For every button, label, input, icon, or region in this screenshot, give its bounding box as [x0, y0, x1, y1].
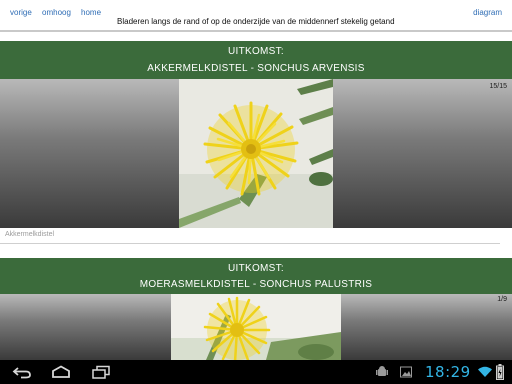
caption-divider [0, 243, 500, 244]
nav-prev-link[interactable]: vorige [10, 8, 32, 17]
photo-strip-2[interactable]: 1/9 [0, 294, 512, 360]
result-label: UITKOMST: [227, 46, 285, 57]
result-label: UITKOMST: [227, 263, 285, 274]
nav-diagram-link[interactable]: diagram [473, 8, 502, 17]
wifi-icon [478, 366, 492, 377]
home-icon[interactable] [50, 365, 72, 379]
battery-icon [496, 364, 504, 380]
sow-thistle-flower-image [179, 79, 333, 228]
nav-divider [0, 30, 512, 32]
photo-strip-1[interactable]: 15/15 [0, 79, 512, 228]
result-species-name: AKKERMELKDISTEL - SONCHUS ARVENSIS [147, 63, 365, 74]
status-clock: 18:29 [425, 363, 471, 381]
android-notification-icon[interactable] [376, 366, 388, 378]
photo-counter: 1/9 [497, 296, 507, 303]
photo-counter: 15/15 [489, 83, 507, 90]
species-photo[interactable] [171, 294, 341, 360]
nav-up-link[interactable]: omhoog [42, 8, 71, 17]
system-navigation-bar: 18:29 [0, 360, 512, 384]
nav-home-link[interactable]: home [81, 8, 101, 17]
marsh-sow-thistle-flower-image [171, 294, 341, 360]
caption-row-1: Akkermelkdistel [0, 228, 512, 246]
photo-caption: Akkermelkdistel [5, 231, 55, 238]
question-text: Bladeren langs de rand of op de onderzij… [117, 17, 395, 26]
top-navigation: vorige omhoog home diagram Bladeren lang… [0, 0, 512, 30]
species-photo[interactable] [179, 79, 333, 228]
result-species-name: MOERASMELKDISTEL - SONCHUS PALUSTRIS [139, 279, 373, 290]
result-header-1: UITKOMST: AKKERMELKDISTEL - SONCHUS ARVE… [0, 41, 512, 79]
app-screen: vorige omhoog home diagram Bladeren lang… [0, 0, 512, 384]
image-notification-icon[interactable] [400, 366, 412, 378]
result-header-2: UITKOMST: MOERASMELKDISTEL - SONCHUS PAL… [0, 258, 512, 294]
back-icon[interactable] [12, 365, 32, 379]
recent-apps-icon[interactable] [91, 365, 111, 379]
